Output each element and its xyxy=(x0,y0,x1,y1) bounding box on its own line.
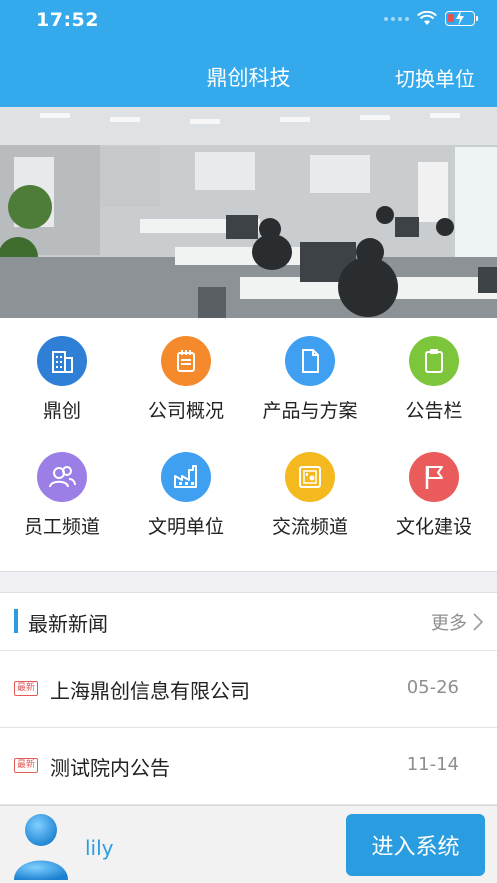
clipboard-icon xyxy=(409,336,459,386)
menu-item-label: 文化建设 xyxy=(395,516,472,538)
news-section-title: 最新新闻 xyxy=(28,612,108,636)
status-icons xyxy=(384,10,478,26)
menu-item-exchange-channel[interactable]: 交流频道 xyxy=(248,434,372,544)
news-item-date: 05-26 xyxy=(406,677,459,698)
menu-item-staff-channel[interactable]: 员工频道 xyxy=(0,434,124,544)
factory-icon xyxy=(161,452,211,502)
section-divider xyxy=(0,571,497,593)
notepad-icon xyxy=(161,336,211,386)
menu-item-label: 鼎创 xyxy=(42,400,81,422)
menu-item-bulletin[interactable]: 公告栏 xyxy=(372,318,496,428)
username: lily xyxy=(85,836,114,860)
menu-item-label: 文明单位 xyxy=(147,516,224,538)
feature-grid: 鼎创 公司概况 产品与方案 公告栏 员工频道 文明单位 交流频道 文化建设 xyxy=(0,318,497,571)
menu-item-dingchuang[interactable]: 鼎创 xyxy=(0,318,124,428)
battery-icon xyxy=(445,10,478,26)
status-time: 17:52 xyxy=(36,9,99,31)
safe-icon xyxy=(285,452,335,502)
menu-item-culture[interactable]: 文化建设 xyxy=(372,434,496,544)
news-item-title: 上海鼎创信息有限公司 xyxy=(50,679,250,703)
chevron-right-icon xyxy=(473,613,483,631)
enter-system-button[interactable]: 进入系统 xyxy=(346,814,485,876)
news-list-item[interactable]: 最新 上海鼎创信息有限公司 05-26 xyxy=(0,651,497,728)
new-badge: 最新 xyxy=(14,758,39,773)
menu-item-label: 员工频道 xyxy=(23,516,100,538)
news-item-title: 测试院内公告 xyxy=(50,756,170,780)
section-accent-bar xyxy=(14,609,18,633)
banner-image[interactable] xyxy=(0,107,497,318)
menu-item-label: 产品与方案 xyxy=(262,400,358,422)
top-bar: 17:52 鼎创科技 切换单位 xyxy=(0,0,497,107)
people-icon xyxy=(37,452,87,502)
document-icon xyxy=(285,336,335,386)
more-news-link[interactable]: 更多 xyxy=(431,609,483,635)
menu-item-label: 公司概况 xyxy=(147,400,224,422)
menu-item-civilized-unit[interactable]: 文明单位 xyxy=(124,434,248,544)
new-badge: 最新 xyxy=(14,681,39,696)
news-item-date: 11-14 xyxy=(406,754,459,775)
switch-unit-button[interactable]: 切换单位 xyxy=(395,63,475,92)
news-list-item[interactable]: 最新 测试院内公告 11-14 xyxy=(0,728,497,805)
flag-icon xyxy=(409,452,459,502)
news-section-header: 最新新闻 更多 xyxy=(0,593,497,651)
more-label: 更多 xyxy=(431,613,467,634)
wifi-icon xyxy=(417,11,437,25)
menu-item-products[interactable]: 产品与方案 xyxy=(248,318,372,428)
building-icon xyxy=(37,336,87,386)
menu-item-label: 交流频道 xyxy=(271,516,348,538)
signal-icon xyxy=(384,16,409,21)
user-avatar-icon xyxy=(14,814,68,880)
bottom-bar: lily 进入系统 xyxy=(0,805,497,883)
menu-item-company-overview[interactable]: 公司概况 xyxy=(124,318,248,428)
menu-item-label: 公告栏 xyxy=(405,400,463,422)
